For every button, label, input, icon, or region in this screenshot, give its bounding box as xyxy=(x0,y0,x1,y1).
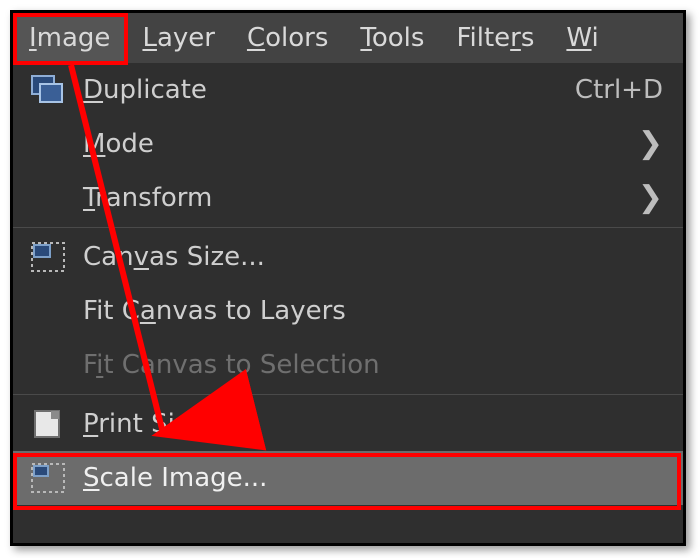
menuitem-fit-canvas-selection-label: Fit Canvas to Selection xyxy=(83,350,663,380)
menuitem-transform[interactable]: Transform ❯ xyxy=(13,171,683,225)
app-window: Image Layer Colors Tools Filters Wi Dup xyxy=(10,10,686,546)
menu-filters[interactable]: Filters xyxy=(440,13,550,63)
menu-separator xyxy=(13,394,683,395)
menu-windows-label: Wi xyxy=(566,23,598,53)
menuitem-scale-image[interactable]: Scale Image... xyxy=(13,451,683,505)
menuitem-canvas-size[interactable]: Canvas Size... xyxy=(13,230,683,284)
duplicate-icon xyxy=(31,75,65,105)
menuitem-duplicate-accel: Ctrl+D xyxy=(575,75,663,105)
menu-tools[interactable]: Tools xyxy=(344,13,440,63)
menu-separator xyxy=(13,227,683,228)
menu-layer[interactable]: Layer xyxy=(126,13,231,63)
menu-filters-label: Filters xyxy=(456,23,534,53)
menuitem-print-size-label: Print Size... xyxy=(83,409,663,439)
menuitem-fit-canvas-selection: Fit Canvas to Selection xyxy=(13,338,683,392)
menuitem-mode-label: Mode xyxy=(83,129,638,159)
submenu-arrow-icon: ❯ xyxy=(638,183,663,213)
menubar: Image Layer Colors Tools Filters Wi xyxy=(13,13,683,63)
menu-colors-label: Colors xyxy=(247,23,328,53)
image-menu-dropdown: Duplicate Ctrl+D Mode ❯ Transform ❯ Canv… xyxy=(13,63,683,543)
menuitem-print-size[interactable]: Print Size... xyxy=(13,397,683,451)
menuitem-canvas-size-label: Canvas Size... xyxy=(83,242,663,272)
submenu-arrow-icon: ❯ xyxy=(638,129,663,159)
canvas-size-icon xyxy=(31,242,65,272)
menuitem-transform-label: Transform xyxy=(83,183,638,213)
print-size-icon xyxy=(31,409,65,439)
menuitem-duplicate-label: Duplicate xyxy=(83,75,575,105)
menuitem-fit-canvas-layers-label: Fit Canvas to Layers xyxy=(83,296,663,326)
menuitem-scale-image-label: Scale Image... xyxy=(83,463,663,493)
menu-windows[interactable]: Wi xyxy=(550,13,614,63)
menu-tools-label: Tools xyxy=(360,23,424,53)
scale-image-icon xyxy=(31,463,65,493)
menu-image[interactable]: Image xyxy=(13,13,126,63)
menuitem-fit-canvas-layers[interactable]: Fit Canvas to Layers xyxy=(13,284,683,338)
menu-layer-label: Layer xyxy=(142,23,215,53)
menuitem-duplicate[interactable]: Duplicate Ctrl+D xyxy=(13,63,683,117)
menu-colors[interactable]: Colors xyxy=(231,13,344,63)
menu-image-label: Image xyxy=(29,23,110,53)
menuitem-mode[interactable]: Mode ❯ xyxy=(13,117,683,171)
